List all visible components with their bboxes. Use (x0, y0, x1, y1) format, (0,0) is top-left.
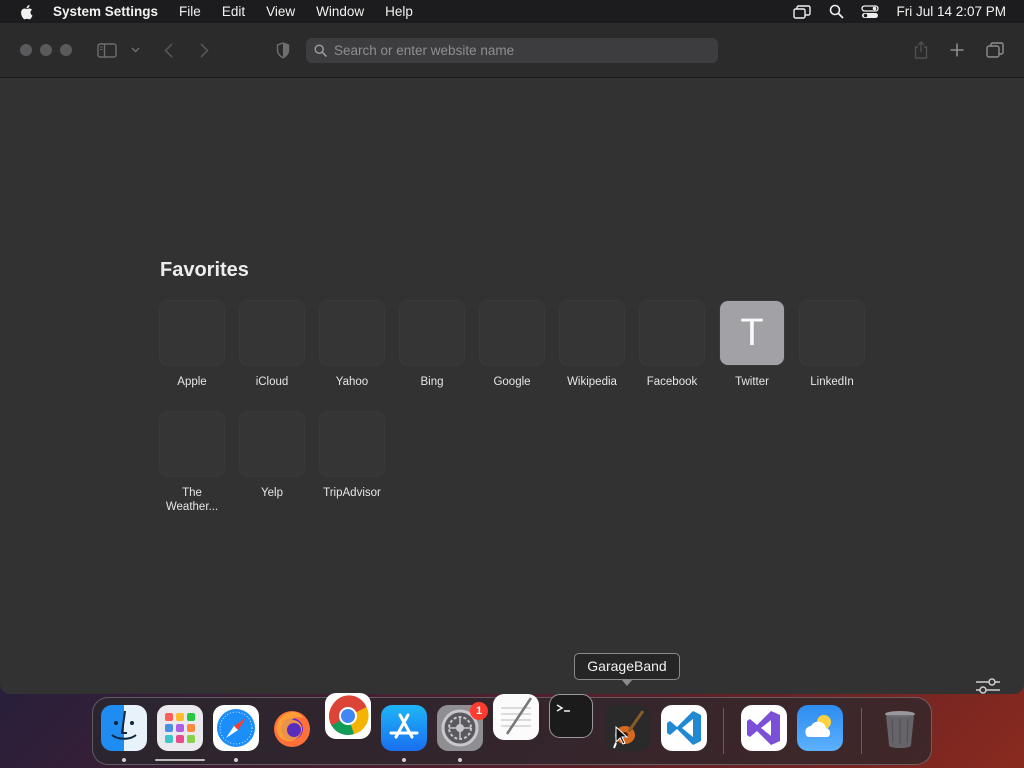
menubar-clock[interactable]: Fri Jul 14 2:07 PM (896, 4, 1006, 19)
favorite-label: Wikipedia (567, 376, 617, 388)
zoom-window-button[interactable] (60, 44, 72, 56)
favorite-tile-weather[interactable]: The Weather... (152, 412, 232, 514)
favorite-tile-tripadvisor[interactable]: TripAdvisor (312, 412, 392, 500)
tooltip-label: GarageBand (587, 658, 667, 674)
start-page-settings-icon[interactable] (975, 678, 1001, 694)
menu-bar: System Settings File Edit View Window He… (0, 0, 1024, 23)
favorite-label: Bing (420, 376, 444, 388)
notification-badge: 1 (470, 702, 488, 720)
dock-separator (723, 708, 724, 754)
favorite-thumbnail (240, 412, 304, 476)
textedit-icon[interactable] (493, 694, 539, 740)
favorite-tile-google[interactable]: Google (472, 301, 552, 389)
favorite-thumbnail (480, 301, 544, 365)
favorite-thumbnail (160, 301, 224, 365)
favorite-label: Facebook (646, 376, 698, 388)
running-indicator (234, 758, 238, 762)
favorite-label: Apple (177, 376, 207, 388)
favorite-label: iCloud (255, 376, 289, 388)
menu-window[interactable]: Window (316, 4, 364, 19)
apple-menu-icon[interactable] (19, 4, 35, 20)
privacy-shield-icon[interactable] (275, 40, 291, 60)
running-indicator (402, 758, 406, 762)
browser-toolbar (0, 23, 1024, 78)
forward-arrow-icon[interactable] (198, 40, 210, 60)
start-page: Favorites Apple iCloud Yahoo Bing Google… (0, 78, 1024, 694)
favorite-thumbnail (320, 301, 384, 365)
finder-icon[interactable] (101, 705, 147, 751)
weather-icon[interactable] (797, 705, 843, 751)
spotlight-search-icon[interactable] (826, 4, 846, 20)
favorite-thumbnail (240, 301, 304, 365)
favorites-heading: Favorites (160, 259, 249, 281)
favorite-label: Yelp (261, 487, 283, 499)
address-input[interactable] (332, 42, 716, 59)
sidebar-toggle-icon[interactable] (97, 40, 117, 60)
minimize-window-button[interactable] (40, 44, 52, 56)
favorite-tile-yelp[interactable]: Yelp (232, 412, 312, 500)
favorite-thumbnail (160, 412, 224, 476)
trash-icon[interactable] (877, 705, 923, 751)
chevron-down-icon[interactable] (130, 40, 140, 60)
favorite-label: The Weather... (165, 487, 219, 513)
favorite-tile-yahoo[interactable]: Yahoo (312, 301, 392, 389)
favorite-label: Google (493, 376, 531, 388)
favorite-thumbnail (400, 301, 464, 365)
vscode-icon[interactable] (661, 705, 707, 751)
menubar-status-area: Fri Jul 14 2:07 PM (778, 0, 1006, 23)
search-icon (314, 44, 328, 58)
running-indicator (122, 758, 126, 762)
favorite-letter: T (740, 311, 764, 354)
app-store-icon[interactable] (381, 705, 427, 751)
favorite-label: LinkedIn (810, 376, 854, 388)
new-tab-plus-icon[interactable] (949, 40, 965, 60)
favorite-label: TripAdvisor (323, 487, 381, 499)
dock: 1 (92, 693, 932, 765)
favorite-tile-twitter[interactable]: T Twitter (712, 301, 792, 389)
launchpad-indicator-bar (155, 759, 205, 761)
favorite-thumbnail: T (720, 301, 784, 365)
favorite-thumbnail (320, 412, 384, 476)
dock-tooltip: GarageBand (574, 653, 680, 686)
favorite-thumbnail (560, 301, 624, 365)
launchpad-icon[interactable] (157, 705, 203, 751)
favorite-tile-facebook[interactable]: Facebook (632, 301, 712, 389)
menu-view[interactable]: View (266, 4, 295, 19)
favorite-label: Yahoo (335, 376, 369, 388)
favorite-thumbnail (640, 301, 704, 365)
back-arrow-icon[interactable] (162, 40, 174, 60)
mouse-cursor-icon (615, 726, 629, 745)
menu-file[interactable]: File (179, 4, 201, 19)
control-center-icon[interactable] (860, 4, 880, 20)
chrome-icon[interactable] (325, 693, 371, 739)
share-icon[interactable] (913, 40, 929, 60)
favorite-tile-apple[interactable]: Apple (152, 301, 232, 389)
running-indicator (458, 758, 462, 762)
menu-edit[interactable]: Edit (222, 4, 245, 19)
favorite-tile-bing[interactable]: Bing (392, 301, 472, 389)
tab-overview-icon[interactable] (986, 40, 1004, 60)
firefox-icon[interactable] (269, 705, 315, 751)
visual-studio-icon[interactable] (741, 705, 787, 751)
favorite-tile-icloud[interactable]: iCloud (232, 301, 312, 389)
menu-help[interactable]: Help (385, 4, 413, 19)
terminal-icon[interactable] (549, 694, 593, 738)
close-window-button[interactable] (20, 44, 32, 56)
safari-icon[interactable] (213, 705, 259, 751)
browser-window: Favorites Apple iCloud Yahoo Bing Google… (0, 23, 1024, 694)
menu-app-name[interactable]: System Settings (53, 4, 158, 19)
favorite-thumbnail (800, 301, 864, 365)
tooltip-arrow (621, 679, 633, 686)
address-bar[interactable] (306, 38, 718, 63)
dock-separator (861, 708, 862, 754)
favorite-tile-linkedin[interactable]: LinkedIn (792, 301, 872, 389)
favorite-label: Twitter (735, 376, 769, 388)
favorite-tile-wikipedia[interactable]: Wikipedia (552, 301, 632, 389)
screen-mirroring-icon[interactable] (792, 4, 812, 20)
